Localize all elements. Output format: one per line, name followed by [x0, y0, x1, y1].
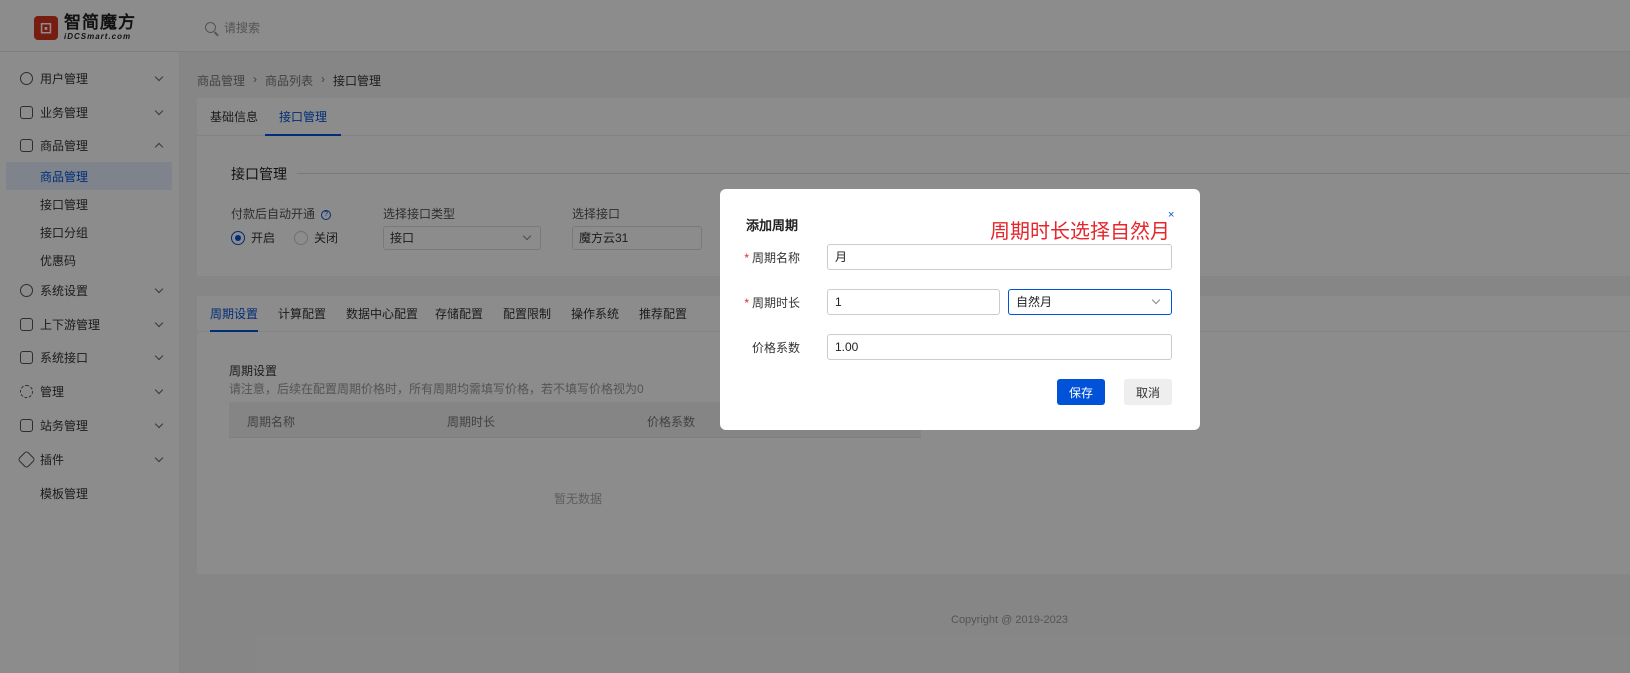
price-ratio-label: 价格系数 [751, 341, 800, 355]
period-name-input[interactable]: 月 [827, 244, 1172, 270]
annotation-text: 周期时长选择自然月 [990, 221, 1170, 243]
price-ratio-input[interactable]: 1.00 [827, 334, 1172, 360]
required-mark: * [744, 296, 749, 310]
period-duration-label: * 周期时长 [744, 296, 800, 310]
chevron-down-icon [1151, 295, 1161, 305]
save-button[interactable]: 保存 [1057, 379, 1105, 405]
period-name-label: * 周期名称 [744, 251, 800, 265]
cancel-button[interactable]: 取消 [1124, 379, 1172, 405]
required-mark: * [744, 251, 749, 265]
period-duration-input[interactable]: 1 [827, 289, 1000, 315]
dialog-title: 添加周期 [746, 218, 799, 233]
period-unit-select[interactable]: 自然月 [1008, 289, 1172, 315]
add-period-dialog: 添加周期 × 周期时长选择自然月 * 周期名称 月 * 周期时长 1 自然月 价格系… [720, 189, 1200, 430]
